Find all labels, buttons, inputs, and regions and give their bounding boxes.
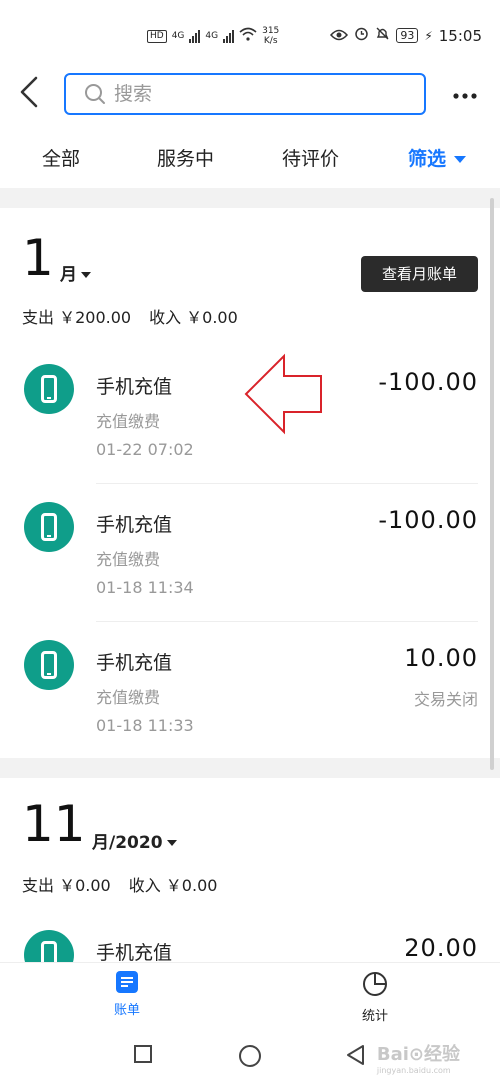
month-number: 1 [22, 229, 54, 287]
transaction-amount: -100.00 [378, 506, 478, 534]
tab-filter-label: 筛选 [408, 148, 447, 170]
status-bar: HD 4G 4G 315 K/s 93 ⚡ 15:05 [0, 0, 500, 70]
clock-time: 15:05 [438, 26, 482, 45]
alarm-icon [354, 26, 369, 45]
watermark: Bai⊙经验 jingyan.baidu.com [377, 1040, 460, 1075]
expense-summary: 支出 ￥200.00 [22, 308, 132, 327]
income-summary: 收入 ￥0.00 [149, 308, 238, 327]
nav-statistics[interactable]: 统计 [358, 971, 392, 1024]
charging-icon: ⚡ [424, 28, 433, 43]
mobile-phone-icon [24, 640, 74, 690]
caret-down-icon [454, 156, 467, 163]
watermark-brand: Bai⊙经验 [376, 1044, 460, 1065]
search-box[interactable] [64, 73, 426, 115]
caret-down-icon [166, 840, 177, 846]
transaction-title: 手机充值 [96, 514, 173, 536]
mobile-phone-icon [24, 502, 74, 552]
watermark-url: jingyan.baidu.com [376, 1066, 451, 1075]
month-number: 11 [22, 795, 86, 853]
network-4g-label: 4G [171, 31, 185, 41]
view-monthly-bill-button[interactable]: 查看月账单 [361, 256, 478, 292]
transaction-category: 充值缴费 [96, 412, 161, 431]
nav-bill[interactable]: 账单 [110, 971, 144, 1018]
bill-icon [116, 971, 138, 993]
transaction-time: 01-18 11:34 [96, 578, 194, 597]
transaction-item[interactable]: 手机充值 20.00 [0, 912, 500, 968]
month-selector[interactable]: 月 [60, 260, 91, 285]
signal-icon [189, 29, 201, 43]
mute-bell-icon [375, 26, 390, 45]
tab-in-service[interactable]: 服务中 [157, 144, 214, 171]
more-menu-button[interactable] [452, 80, 478, 104]
network-speed: 315 K/s [262, 26, 280, 46]
signal-icon-2 [223, 29, 235, 43]
hd-indicator: HD [147, 29, 167, 43]
status-left-icons: HD 4G 4G 315 K/s [147, 26, 279, 46]
transaction-category: 充值缴费 [96, 550, 161, 569]
transaction-item[interactable]: 手机充值 充值缴费 01-18 11:33 10.00 交易关闭 [0, 622, 500, 760]
transaction-title: 手机充值 [96, 942, 173, 964]
transaction-title: 手机充值 [96, 652, 173, 674]
battery-icon: 93 [396, 28, 419, 43]
transaction-title: 手机充值 [96, 376, 173, 398]
transaction-status: 交易关闭 [413, 690, 478, 709]
month-selector[interactable]: 月/2020 [92, 828, 177, 853]
transaction-amount: 10.00 [404, 644, 478, 672]
bottom-nav: 账单 统计 [0, 962, 500, 1028]
transaction-time: 01-18 11:33 [96, 716, 194, 735]
expense-summary: 支出 ￥0.00 [22, 876, 111, 895]
caret-down-icon [81, 272, 91, 278]
transaction-time: 01-22 07:02 [96, 440, 194, 459]
annotation-arrow-icon [244, 353, 322, 435]
transaction-category: 充值缴费 [96, 688, 161, 707]
eye-icon [330, 27, 349, 45]
month-summary: 支出 ￥200.00 收入 ￥0.00 [22, 304, 238, 328]
nav-bill-label: 账单 [113, 1003, 140, 1018]
system-nav-bar: Bai⊙经验 jingyan.baidu.com [0, 1028, 500, 1084]
transaction-amount: -100.00 [378, 368, 478, 396]
home-icon[interactable] [238, 1044, 262, 1068]
tab-to-review[interactable]: 待评价 [282, 144, 339, 171]
transaction-item[interactable]: 手机充值 充值缴费 01-18 11:34 -100.00 [0, 484, 500, 622]
filter-tabs: 全部 服务中 待评价 筛选 [0, 122, 500, 188]
pie-chart-icon [363, 972, 387, 996]
scrollbar[interactable] [490, 198, 494, 770]
income-summary: 收入 ￥0.00 [128, 876, 218, 895]
more-dots-icon [453, 93, 477, 99]
search-input[interactable] [114, 83, 394, 105]
month-unit-label: 月 [60, 265, 77, 285]
month-summary: 支出 ￥0.00 收入 ￥0.00 [22, 872, 217, 896]
recent-apps-icon[interactable] [133, 1044, 153, 1064]
transaction-amount: 20.00 [404, 934, 478, 962]
tab-filter[interactable]: 筛选 [408, 144, 467, 171]
back-button[interactable] [18, 76, 48, 112]
month-section-2: 11 月/2020 支出 ￥0.00 收入 ￥0.00 手机充值 20.00 [0, 778, 500, 968]
nav-statistics-label: 统计 [361, 1009, 388, 1024]
search-icon [85, 84, 105, 104]
header [0, 70, 500, 122]
wifi-icon [239, 27, 257, 45]
tab-all[interactable]: 全部 [42, 144, 80, 171]
network-4g-label-2: 4G [205, 31, 219, 41]
status-right-icons: 93 ⚡ 15:05 [330, 26, 482, 45]
chevron-left-icon [20, 76, 38, 108]
month-unit-label: 月/2020 [92, 833, 163, 853]
mobile-phone-icon [24, 364, 74, 414]
back-triangle-icon[interactable] [345, 1044, 367, 1066]
